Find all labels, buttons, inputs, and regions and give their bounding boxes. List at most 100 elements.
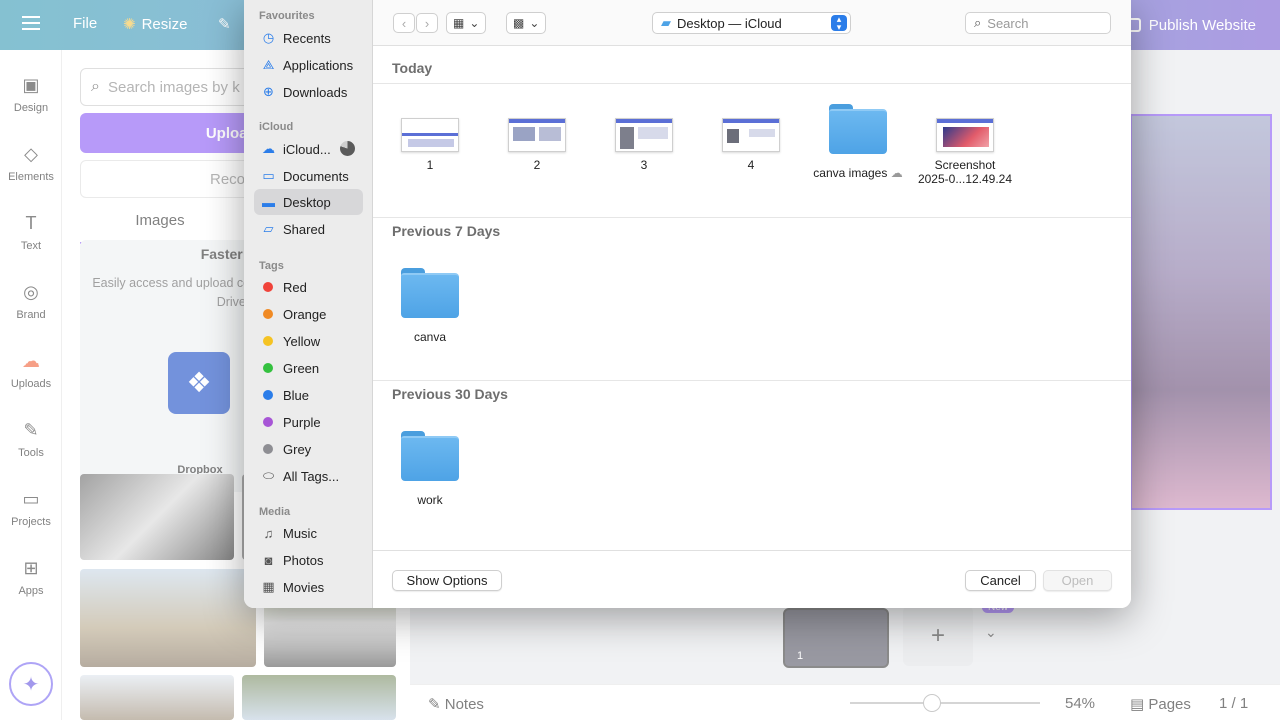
all-tags-label: All Tags...: [283, 468, 340, 484]
screenshot-thumbnail: [722, 118, 780, 152]
desktop-icon: ▬: [262, 194, 275, 210]
icon-view-button[interactable]: ▦ ⌄: [446, 12, 487, 34]
file-item[interactable]: 1: [376, 108, 484, 172]
cloud-icon: ☁: [262, 141, 275, 156]
show-options-button[interactable]: Show Options: [392, 570, 502, 591]
open-button[interactable]: Open: [1043, 570, 1112, 591]
section-heading: Previous 30 Days: [392, 386, 508, 402]
group-by-button[interactable]: ▩ ⌄: [506, 12, 547, 34]
shared-folder-icon: ▱: [263, 221, 274, 236]
finder-sidebar: Favourites ◷ Recents ⟁ Applications ⊕ Downl…: [244, 0, 373, 608]
forward-button[interactable]: ›: [416, 13, 438, 33]
media-heading: Media: [259, 506, 291, 518]
search-icon: ⌕: [974, 15, 982, 30]
location-label: Desktop — iCloud: [677, 15, 782, 31]
file-label-line2: 2025-0...12.49.24: [917, 172, 1013, 186]
grid-icon: ▦: [453, 16, 465, 30]
sidebar-item-recents[interactable]: ◷ Recents: [254, 25, 363, 51]
tag-label: Red: [283, 279, 307, 295]
sidebar-item-photos[interactable]: ◙ Photos: [254, 547, 363, 573]
dialog-footer: Show Options Cancel Open: [373, 550, 1131, 608]
file-label: work: [417, 493, 443, 507]
screenshot-thumbnail: [401, 118, 459, 152]
movies-icon: ▦: [262, 579, 275, 594]
section-previous-7-days: Previous 7 Days: [373, 209, 1131, 247]
screenshot-thumbnail: [508, 118, 566, 152]
screenshot-thumbnail: [936, 118, 994, 152]
sidebar-tag-grey[interactable]: Grey: [254, 436, 363, 462]
search-placeholder: Search: [987, 15, 1029, 31]
sidebar-tag-green[interactable]: Green: [254, 355, 363, 381]
music-icon: ♫: [263, 525, 274, 541]
tag-label: Grey: [283, 441, 312, 457]
sidebar-item-desktop[interactable]: ▬ Desktop: [254, 189, 363, 215]
file-item[interactable]: Screenshot 2025-0...12.49.24: [911, 108, 1019, 186]
screenshot-thumbnail: [615, 118, 673, 152]
group-grid-icon: ▩: [513, 16, 525, 30]
cancel-button[interactable]: Cancel: [965, 570, 1036, 591]
folder-icon: [401, 431, 459, 481]
sidebar-item-label: Photos: [283, 552, 324, 568]
grey-tag-dot: [263, 444, 273, 454]
sidebar-item-label: Downloads: [283, 84, 348, 100]
file-label: 2: [533, 158, 541, 172]
folder-item[interactable]: work: [376, 431, 484, 507]
orange-tag-dot: [263, 309, 273, 319]
sidebar-item-music[interactable]: ♫ Music: [254, 520, 363, 546]
favourites-heading: Favourites: [259, 10, 315, 22]
finder-search-input[interactable]: ⌕ Search: [965, 12, 1111, 34]
blue-tag-dot: [263, 390, 273, 400]
open-label: Open: [1061, 573, 1094, 588]
show-options-label: Show Options: [406, 573, 488, 588]
tags-heading: Tags: [259, 260, 284, 272]
section-previous-30-days: Previous 30 Days: [373, 372, 1131, 410]
cloud-download-icon: ☁: [890, 166, 903, 180]
sidebar-tag-yellow[interactable]: Yellow: [254, 328, 363, 354]
chevron-down-icon: ⌄: [469, 16, 480, 30]
icloud-heading: iCloud: [259, 121, 294, 133]
tag-label: Green: [283, 360, 320, 376]
file-browser: Today 1 2 3 4 canva images ☁ Screenshot 2…: [373, 46, 1131, 550]
purple-tag-dot: [263, 417, 273, 427]
back-button[interactable]: ‹: [393, 13, 415, 33]
sidebar-tag-orange[interactable]: Orange: [254, 301, 363, 327]
green-tag-dot: [263, 363, 273, 373]
download-icon: ⊕: [263, 84, 274, 99]
folder-icon: [829, 104, 887, 154]
file-item[interactable]: 4: [697, 108, 805, 172]
clock-icon: ◷: [262, 30, 275, 45]
file-label: canva: [413, 330, 447, 344]
updown-arrows-icon: ▴ ▾: [831, 15, 847, 32]
file-item[interactable]: 3: [590, 108, 698, 172]
tag-label: Blue: [283, 387, 310, 403]
tag-label: Orange: [283, 306, 327, 322]
sidebar-all-tags[interactable]: ⬭ All Tags...: [254, 463, 363, 489]
tag-icon: ⬭: [262, 468, 275, 483]
sidebar-item-movies[interactable]: ▦ Movies: [254, 574, 363, 600]
section-today: Today: [373, 46, 1131, 84]
sync-progress-icon: [340, 141, 355, 156]
folder-item[interactable]: canva images ☁: [804, 104, 912, 180]
finder-toolbar: ‹ › ▦ ⌄ ▩ ⌄ ▰ Desktop — iCloud ▴ ▾ ⌕ Search: [373, 0, 1131, 46]
section-heading: Today: [392, 60, 433, 76]
folder-item[interactable]: canva: [376, 268, 484, 344]
file-item[interactable]: 2: [483, 108, 591, 172]
chevron-left-icon: ‹: [401, 15, 407, 31]
file-label: 4: [747, 158, 755, 172]
sidebar-item-label: Recents: [283, 30, 331, 46]
applications-icon: ⟁: [262, 57, 275, 72]
sidebar-tag-red[interactable]: Red: [254, 274, 363, 300]
file-label: canva images: [813, 166, 888, 180]
sidebar-item-applications[interactable]: ⟁ Applications: [254, 52, 363, 78]
location-popup[interactable]: ▰ Desktop — iCloud ▴ ▾: [652, 12, 851, 34]
folder-icon: ▰: [661, 15, 671, 30]
sidebar-item-shared[interactable]: ▱ Shared: [254, 216, 363, 242]
sidebar-item-documents[interactable]: ▭ Documents: [254, 163, 363, 189]
sidebar-tag-purple[interactable]: Purple: [254, 409, 363, 435]
open-file-dialog: Favourites ◷ Recents ⟁ Applications ⊕ Downl…: [244, 0, 1131, 608]
yellow-tag-dot: [263, 336, 273, 346]
chevron-right-icon: ›: [424, 15, 430, 31]
sidebar-tag-blue[interactable]: Blue: [254, 382, 363, 408]
sidebar-item-downloads[interactable]: ⊕ Downloads: [254, 79, 363, 105]
file-label: 1: [426, 158, 434, 172]
